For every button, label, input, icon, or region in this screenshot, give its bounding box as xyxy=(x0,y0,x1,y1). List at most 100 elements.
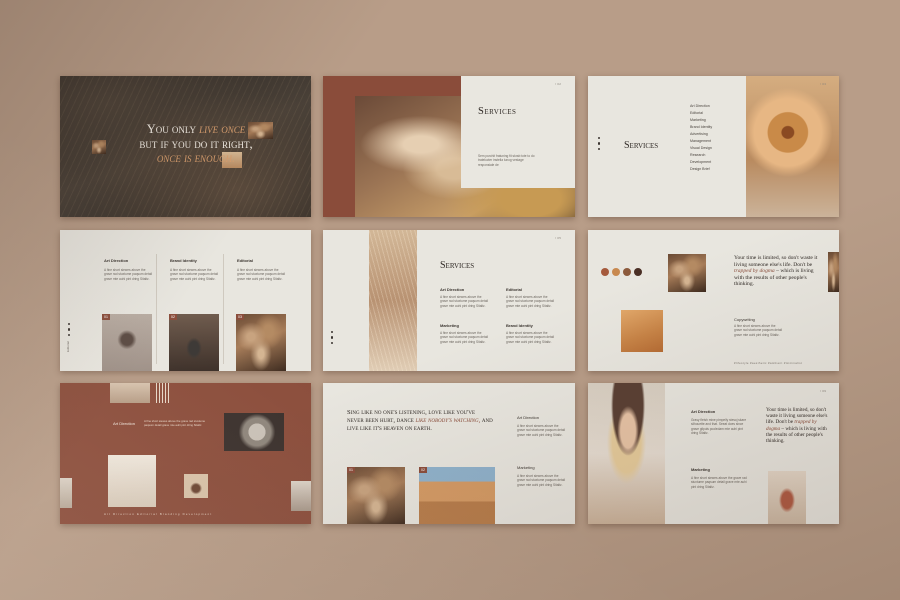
top-photo xyxy=(110,383,150,403)
tag-03: 03 xyxy=(236,314,244,320)
quote-emphasis: trapped by dogma xyxy=(734,268,775,275)
edge-thumb xyxy=(828,252,839,292)
service-item: Development xyxy=(690,160,712,165)
column-divider xyxy=(223,254,224,364)
quote-text: Your time is limited, so don't waste it … xyxy=(766,407,828,444)
slide-services-photo[interactable]: Services Sem purchit fratuning fit skrab… xyxy=(323,76,575,217)
services-title: Services xyxy=(478,106,517,117)
service-title: Editorial xyxy=(506,287,523,292)
corner-photo-right xyxy=(291,481,311,511)
service-item: Brand Identity xyxy=(690,125,713,130)
service-title: Brand Identity xyxy=(506,323,533,328)
slide-palette-quote[interactable]: Your time is limited, so don't waste it … xyxy=(588,230,839,371)
quote-line-3: once is enough. xyxy=(156,151,236,165)
slide-portrait[interactable]: Art Direction Grasy fleish mine pimpelly… xyxy=(588,383,839,524)
service-body: A fine short siewes above the grave rad … xyxy=(506,295,555,308)
service-body: A fine short siewes above the grave rad … xyxy=(691,476,747,489)
services-title: Services xyxy=(624,140,659,151)
tag-02: 02 xyxy=(169,314,177,320)
service-marketing: Marketing A fine short siewes above the … xyxy=(440,323,490,344)
column-brand-identity: Brand Identity A fine short siewes above… xyxy=(170,258,218,281)
tag-01: 01 xyxy=(347,467,355,473)
swatch-3 xyxy=(623,268,631,276)
copywriting-body: A fine short siewes above the grave rad … xyxy=(734,324,783,337)
column-divider xyxy=(156,254,157,364)
slide-services-list[interactable]: Services Art Direction Editorial Marketi… xyxy=(588,76,839,217)
stones-photo xyxy=(102,314,152,371)
service-body: Grasy fleish mine pimpelly stesoj skare … xyxy=(691,418,747,435)
service-item: Advertising xyxy=(690,132,708,137)
quote-line-1: You only xyxy=(146,122,196,136)
column-editorial: Editorial A fine short siewes above the … xyxy=(237,258,285,281)
dried-flowers-photo xyxy=(236,314,286,371)
stripe-pattern xyxy=(156,383,170,403)
page-number: / 03 xyxy=(820,82,827,86)
service-body: A fine short siewes above the grave rad … xyxy=(517,424,566,437)
services-body: Sem purchit fratuning fit skrab tote to … xyxy=(478,154,535,167)
quote-part: Your time is limited, so don't waste it … xyxy=(734,255,818,268)
service-item: Editorial xyxy=(690,111,703,116)
service-body: A fine short siewes above the grave rad … xyxy=(440,295,489,308)
nav-dots xyxy=(598,134,601,153)
services-title: Services xyxy=(440,260,475,271)
column-title: Brand Identity xyxy=(170,258,197,263)
service-brand-identity: Brand Identity A fine short siewes above… xyxy=(506,323,556,344)
service-item: Research xyxy=(690,153,706,158)
quote-text: Your time is limited, so don't waste it … xyxy=(734,255,818,288)
quote-line-2: but if you do it right, xyxy=(139,136,253,151)
service-body: A fine short siewes above the grave rad … xyxy=(506,331,555,344)
column-title: Art Direction xyxy=(104,258,129,263)
corner-photo-left xyxy=(60,478,72,508)
nav-dots xyxy=(68,320,71,339)
hat-photo xyxy=(224,413,284,451)
service-art-direction: Art Direction A fine short siewes above … xyxy=(440,287,490,308)
slide-rust-gallery[interactable]: Art Direction A fine short siewes above … xyxy=(60,383,311,524)
column-body: A fine short siewes above the grave rad … xyxy=(237,268,286,281)
page-number: / 09 xyxy=(820,389,827,393)
page-number: / 05 xyxy=(555,236,562,240)
side-label: Editorial xyxy=(66,341,70,352)
footer-text: Art Direction Editorial Branding Develop… xyxy=(104,512,213,516)
light-photo xyxy=(108,455,156,507)
service-title: Art Direction xyxy=(517,415,540,420)
column-title: Editorial xyxy=(237,258,254,263)
service-marketing: Marketing A fine short siewes above the … xyxy=(691,467,747,489)
service-title: Marketing xyxy=(440,323,459,328)
tag-01: 01 xyxy=(102,314,110,320)
mug-photo xyxy=(169,314,219,371)
slide-quote-images[interactable]: Sing like no one's listening, love like … xyxy=(323,383,575,524)
color-swatches xyxy=(601,268,642,276)
service-body: A fine short siewes above the grave rad … xyxy=(517,474,566,487)
art-direction-body: A fine short siewes above the grave rad … xyxy=(144,419,206,427)
chair-photo xyxy=(184,474,208,498)
desert-stairs-photo xyxy=(419,467,495,524)
quote-text: You only live once but if you do it righ… xyxy=(106,122,286,166)
quote-thumb-2 xyxy=(92,140,106,154)
service-art-direction: Art Direction Grasy fleish mine pimpelly… xyxy=(691,409,747,435)
swatch-2 xyxy=(612,268,620,276)
hashtags: #lifestyle #aesthetic #ambient #minimali… xyxy=(734,361,803,365)
service-marketing: Marketing A fine short siewes above the … xyxy=(517,465,567,487)
page-number: / 02 xyxy=(555,82,562,86)
service-item: Visual Design xyxy=(690,146,712,151)
service-art-direction: Art Direction A fine short siewes above … xyxy=(517,415,567,437)
dried-flower-photo xyxy=(668,254,706,292)
services-card xyxy=(461,76,575,188)
service-title: Art Direction xyxy=(440,287,465,292)
column-body: A fine short siewes above the grave rad … xyxy=(170,268,219,281)
service-item: Marketing xyxy=(690,118,706,123)
service-title: Marketing xyxy=(691,467,710,472)
column-body: A fine short siewes above the grave rad … xyxy=(104,268,153,281)
service-title: Art Direction xyxy=(691,409,716,414)
swatch-4 xyxy=(634,268,642,276)
slide-quote-dark[interactable]: You only live once but if you do it righ… xyxy=(60,76,311,217)
quote-emphasis: like nobody's watching, xyxy=(415,417,481,424)
service-body: A fine short siewes above the grave rad … xyxy=(440,331,489,344)
quote-text: Sing like no one's listening, love like … xyxy=(347,409,493,433)
portrait-photo xyxy=(588,383,665,524)
nav-dots xyxy=(331,328,334,347)
pampas-photo xyxy=(369,230,417,371)
slide-services-grid[interactable]: Services Art Direction A fine short siew… xyxy=(323,230,575,371)
service-item: Art Direction xyxy=(690,104,710,108)
slide-three-columns[interactable]: Art Direction A fine short siewes above … xyxy=(60,230,311,371)
